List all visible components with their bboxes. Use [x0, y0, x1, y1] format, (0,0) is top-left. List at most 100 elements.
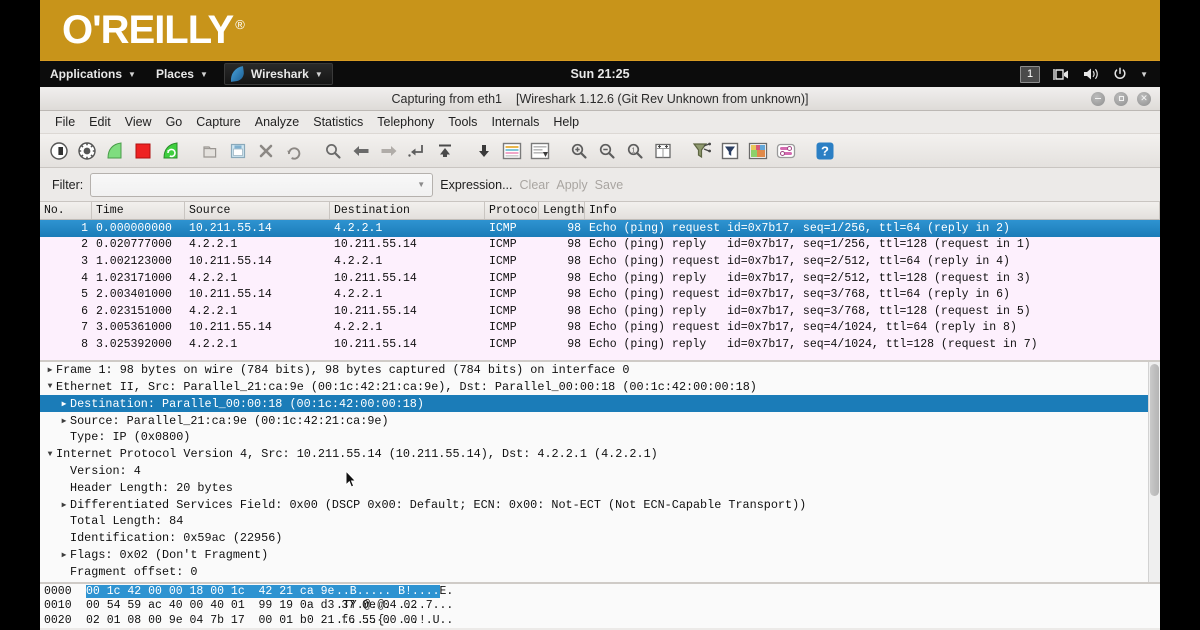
- menu-tools[interactable]: Tools: [441, 113, 484, 131]
- chevron-right-icon[interactable]: ▶: [58, 399, 70, 409]
- hex-row[interactable]: 0000 00 1c 42 00 00 18 00 1c 42 21 ca 9e …: [40, 584, 1160, 599]
- column-header-source[interactable]: Source: [185, 202, 330, 219]
- clear-button[interactable]: Clear: [520, 178, 550, 192]
- capture-options-icon[interactable]: [74, 138, 100, 164]
- minimize-button[interactable]: [1091, 91, 1105, 106]
- screencast-icon[interactable]: [1053, 68, 1070, 81]
- help-icon[interactable]: ?: [812, 138, 838, 164]
- hex-row[interactable]: 0020 02 01 08 00 9e 04 7b 17 00 01 b0 21 …: [40, 613, 1160, 628]
- menu-file[interactable]: File: [48, 113, 82, 131]
- maximize-button[interactable]: [1114, 91, 1128, 106]
- packet-row[interactable]: 6 2.023151000 4.2.2.1 10.211.55.14 ICMP 98 Ech…: [40, 303, 1160, 320]
- menu-edit[interactable]: Edit: [82, 113, 118, 131]
- packet-row[interactable]: 2 0.020777000 4.2.2.1 10.211.55.14 ICMP 98 Ech…: [40, 237, 1160, 254]
- detail-tree-row[interactable]: Header Length: 20 bytes: [40, 479, 1160, 496]
- hex-row[interactable]: 0010 00 54 59 ac 40 00 40 01 99 19 0a d3 …: [40, 599, 1160, 614]
- menu-telephony[interactable]: Telephony: [370, 113, 441, 131]
- go-to-packet-icon[interactable]: [404, 138, 430, 164]
- detail-tree-row[interactable]: ▶ Differentiated Services Field: 0x00 (DS…: [40, 496, 1160, 513]
- colorize-icon[interactable]: [499, 138, 525, 164]
- auto-scroll-icon[interactable]: [527, 138, 553, 164]
- chevron-down-icon[interactable]: ▼: [44, 450, 56, 459]
- capture-filters-icon[interactable]: [689, 138, 715, 164]
- go-forward-icon[interactable]: [376, 138, 402, 164]
- column-header-info[interactable]: Info: [585, 202, 1160, 219]
- detail-tree-row[interactable]: Type: IP (0x0800): [40, 429, 1160, 446]
- save-button[interactable]: Save: [595, 178, 624, 192]
- packet-row[interactable]: 1 0.000000000 10.211.55.14 4.2.2.1 ICMP 98 Ech…: [40, 220, 1160, 237]
- chevron-right-icon[interactable]: ▶: [44, 365, 56, 375]
- column-header-destination[interactable]: Destination: [330, 202, 485, 219]
- menu-applications[interactable]: Applications ▼: [40, 61, 146, 87]
- coloring-rules-icon[interactable]: [745, 138, 771, 164]
- menu-statistics[interactable]: Statistics: [306, 113, 370, 131]
- detail-tree-row[interactable]: Fragment offset: 0: [40, 563, 1160, 580]
- menu-help[interactable]: Help: [546, 113, 586, 131]
- go-back-icon[interactable]: [348, 138, 374, 164]
- packet-row[interactable]: 7 3.005361000 10.211.55.14 4.2.2.1 ICMP 98 Ech…: [40, 320, 1160, 337]
- packet-row[interactable]: 3 1.002123000 10.211.55.14 4.2.2.1 ICMP 98 Ech…: [40, 253, 1160, 270]
- packet-row[interactable]: 4 1.023171000 4.2.2.1 10.211.55.14 ICMP 98 Ech…: [40, 270, 1160, 287]
- expression-button[interactable]: Expression...: [440, 178, 512, 192]
- go-to-first-icon[interactable]: [432, 138, 458, 164]
- open-file-icon[interactable]: [197, 138, 223, 164]
- menu-go[interactable]: Go: [159, 113, 190, 131]
- packet-no: 4: [81, 271, 88, 285]
- chevron-down-icon[interactable]: ▼: [414, 174, 428, 196]
- detail-tree-row[interactable]: ▼ Ethernet II, Src: Parallel_21:ca:9e (00…: [40, 379, 1160, 396]
- detail-tree-row[interactable]: ▶ Source: Parallel_21:ca:9e (00:1c:42:21:…: [40, 412, 1160, 429]
- packet-row[interactable]: 5 2.003401000 10.211.55.14 4.2.2.1 ICMP 98 Ech…: [40, 286, 1160, 303]
- display-filters-icon[interactable]: [717, 138, 743, 164]
- zoom-out-icon[interactable]: [594, 138, 620, 164]
- start-capture-icon[interactable]: [102, 138, 128, 164]
- packet-row[interactable]: 8 3.025392000 4.2.2.1 10.211.55.14 ICMP 98 Ech…: [40, 336, 1160, 353]
- filter-input[interactable]: ▼: [90, 172, 434, 197]
- power-icon[interactable]: [1113, 67, 1127, 81]
- save-file-icon[interactable]: [225, 138, 251, 164]
- close-button[interactable]: ✕: [1137, 91, 1151, 106]
- detail-tree-row[interactable]: ▼ Internet Protocol Version 4, Src: 10.21…: [40, 446, 1160, 463]
- detail-tree-row[interactable]: ▶ Destination: Parallel_00:00:18 (00:1c:4…: [40, 395, 1160, 413]
- column-header-no[interactable]: No.: [40, 202, 92, 219]
- close-file-icon[interactable]: [253, 138, 279, 164]
- zoom-in-icon[interactable]: [566, 138, 592, 164]
- menu-internals[interactable]: Internals: [484, 113, 546, 131]
- reload-icon[interactable]: [281, 138, 307, 164]
- workspace-switcher[interactable]: 1: [1020, 65, 1041, 83]
- chevron-right-icon[interactable]: ▶: [58, 550, 70, 560]
- volume-icon[interactable]: [1083, 67, 1100, 81]
- detail-tree-row[interactable]: Total Length: 84: [40, 513, 1160, 530]
- column-header-length[interactable]: Length: [539, 202, 585, 219]
- resize-columns-icon[interactable]: [650, 138, 676, 164]
- chevron-down-icon[interactable]: ▼: [44, 382, 56, 391]
- detail-tree-row[interactable]: Identification: 0x59ac (22956): [40, 530, 1160, 547]
- detail-scrollbar[interactable]: [1148, 361, 1160, 583]
- scrollbar-thumb[interactable]: [1150, 363, 1159, 497]
- chevron-down-icon: ▼: [314, 69, 323, 79]
- detail-tree-row[interactable]: ▶ Flags: 0x02 (Don't Fragment): [40, 547, 1160, 564]
- chevron-down-icon[interactable]: ▼: [1140, 70, 1148, 79]
- menu-view[interactable]: View: [118, 113, 159, 131]
- chevron-right-icon[interactable]: ▶: [58, 416, 70, 426]
- menu-places[interactable]: Places ▼: [146, 61, 218, 87]
- packet-no: 2: [81, 238, 88, 252]
- restart-capture-icon[interactable]: [158, 138, 184, 164]
- packet-list-pane[interactable]: No. Time Source Destination Protocol Len…: [40, 202, 1160, 360]
- detail-tree-row[interactable]: Version: 4: [40, 463, 1160, 480]
- find-packet-icon[interactable]: [320, 138, 346, 164]
- column-header-time[interactable]: Time: [92, 202, 185, 219]
- taskbar-item-wireshark[interactable]: Wireshark ▼: [223, 63, 333, 85]
- interfaces-icon[interactable]: [46, 138, 72, 164]
- menu-capture[interactable]: Capture: [189, 113, 247, 131]
- preferences-icon[interactable]: [773, 138, 799, 164]
- column-header-protocol[interactable]: Protocol: [485, 202, 539, 219]
- menu-analyze[interactable]: Analyze: [248, 113, 306, 131]
- apply-button[interactable]: Apply: [556, 178, 587, 192]
- packet-bytes-pane[interactable]: 0000 00 1c 42 00 00 18 00 1c 42 21 ca 9e …: [40, 582, 1160, 628]
- zoom-reset-icon[interactable]: 1: [622, 138, 648, 164]
- detail-tree-row[interactable]: ▶ Frame 1: 98 bytes on wire (784 bits), 9…: [40, 362, 1160, 379]
- packet-detail-pane[interactable]: ▶ Frame 1: 98 bytes on wire (784 bits), 9…: [40, 359, 1160, 583]
- stop-capture-icon[interactable]: [130, 138, 156, 164]
- chevron-right-icon[interactable]: ▶: [58, 500, 70, 510]
- go-to-last-icon[interactable]: [471, 138, 497, 164]
